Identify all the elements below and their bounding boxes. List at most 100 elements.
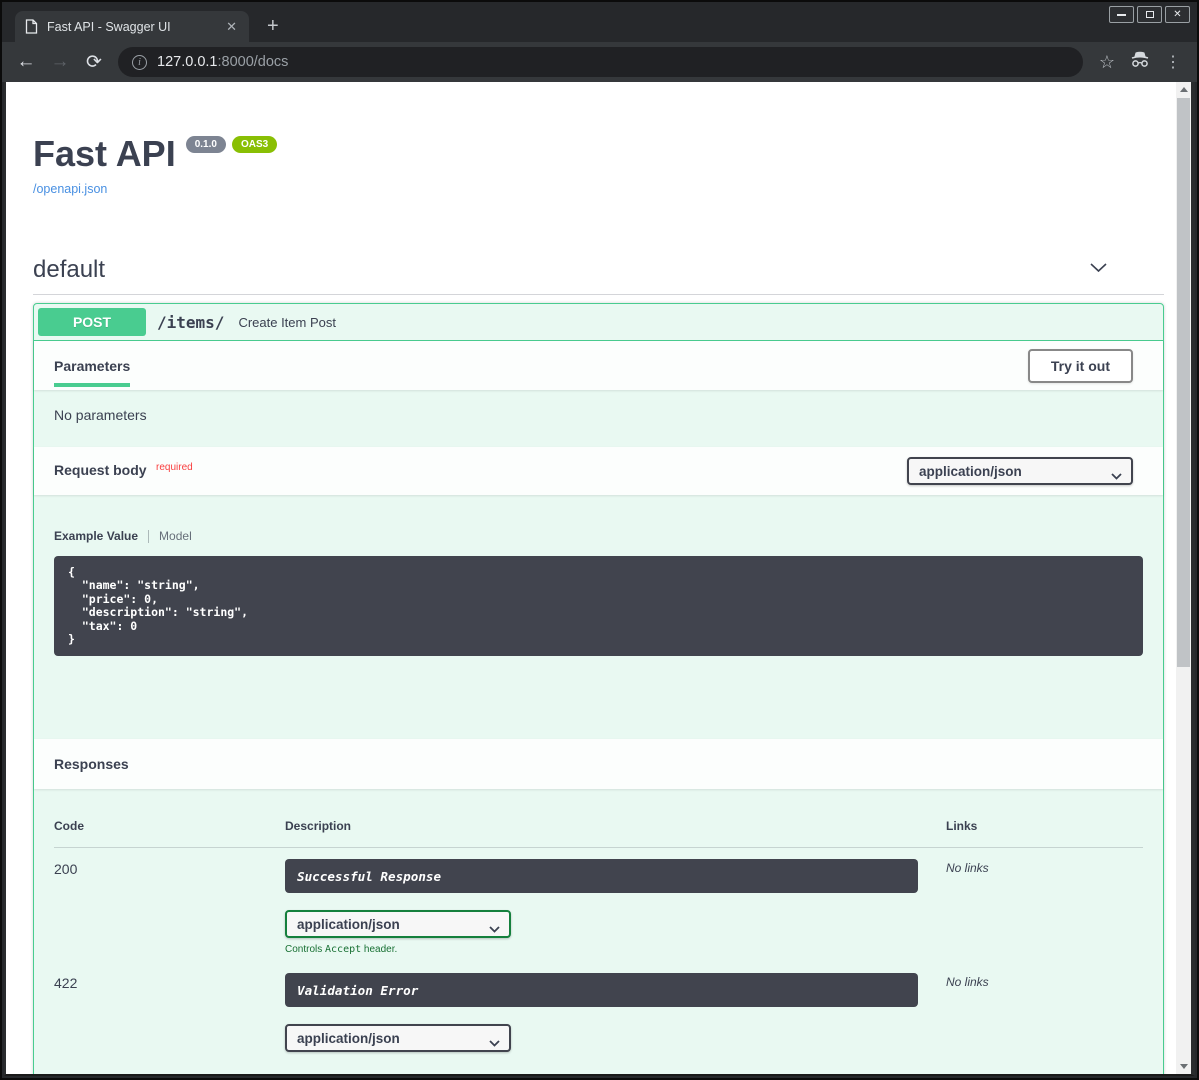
url-text[interactable]: 127.0.0.1:8000/docs xyxy=(157,54,288,70)
example-model-tabs: Example Value Model xyxy=(54,529,1143,543)
responses-title: Responses xyxy=(54,756,129,772)
column-description: Description xyxy=(285,819,918,833)
response-row-200: 200 Successful Response application/json xyxy=(54,848,1143,955)
method-badge: POST xyxy=(38,308,146,336)
browser-tab[interactable]: Fast API - Swagger UI ✕ xyxy=(15,11,249,42)
incognito-icon xyxy=(1129,51,1151,74)
back-button[interactable]: ← xyxy=(12,48,40,76)
example-model-tabs: Example Value Model xyxy=(285,1073,918,1076)
chevron-down-icon[interactable] xyxy=(1088,257,1109,283)
request-body-content: Example Value Model { "name": "string", … xyxy=(34,495,1163,739)
tag-section-header[interactable]: default xyxy=(33,256,1164,295)
endpoint-summary: Create Item Post xyxy=(238,315,336,330)
new-tab-button[interactable]: + xyxy=(267,16,279,36)
opblock-post-items: POST /items/ Create Item Post Parameters… xyxy=(33,303,1164,1076)
accept-note-suffix: header. xyxy=(361,944,397,955)
try-it-out-button[interactable]: Try it out xyxy=(1028,349,1133,383)
tab-divider xyxy=(148,530,149,543)
minimize-button[interactable] xyxy=(1109,6,1134,23)
bookmark-star-icon[interactable]: ☆ xyxy=(1099,52,1115,73)
scroll-up-icon xyxy=(1180,87,1188,92)
document-icon xyxy=(25,19,38,34)
response-media-type-select[interactable]: application/json xyxy=(285,1024,511,1052)
tab-model[interactable]: Model xyxy=(390,1073,423,1076)
page-viewport: Fast API 0.1.0 OAS3 /openapi.json defaul… xyxy=(4,82,1195,1076)
response-description-cell: Validation Error application/json xyxy=(285,973,918,1076)
address-bar[interactable]: i 127.0.0.1:8000/docs xyxy=(118,47,1083,77)
oas3-badge: OAS3 xyxy=(232,136,277,153)
page-scrollbar[interactable] xyxy=(1176,82,1191,1074)
request-body-header: Request body required application/json xyxy=(34,447,1163,495)
window-controls: ✕ xyxy=(1109,6,1190,23)
responses-header: Responses xyxy=(34,739,1163,789)
accept-note-code: Accept xyxy=(325,944,361,955)
response-media-type-value: application/json xyxy=(297,917,400,932)
chevron-down-icon xyxy=(1111,468,1122,483)
tab-example-value[interactable]: Example Value xyxy=(54,529,138,543)
browser-window: Fast API - Swagger UI ✕ + ✕ ← → ⟳ i 127.… xyxy=(0,0,1199,1080)
tab-parameters[interactable]: Parameters xyxy=(54,358,130,374)
site-info-icon[interactable]: i xyxy=(132,55,147,70)
browser-menu-icon[interactable]: ⋮ xyxy=(1165,52,1181,72)
example-code-block[interactable]: { "name": "string", "price": 0, "descrip… xyxy=(54,556,1143,656)
request-body-label-row: Request body required xyxy=(54,462,193,480)
badges: 0.1.0 OAS3 xyxy=(186,136,277,153)
maximize-button[interactable] xyxy=(1137,6,1162,23)
response-links: No links xyxy=(918,973,1143,1076)
response-row-422: 422 Validation Error application/json xyxy=(54,962,1143,1076)
column-code: Code xyxy=(54,819,285,833)
parameters-body: No parameters xyxy=(34,390,1163,447)
close-button[interactable]: ✕ xyxy=(1165,6,1190,23)
endpoint-path: /items/ xyxy=(157,313,224,332)
browser-toolbar: ← → ⟳ i 127.0.0.1:8000/docs ☆ ⋮ xyxy=(2,42,1197,82)
responses-table: Code Description Links 200 Successful Re… xyxy=(34,789,1163,1076)
response-media-type-row: application/json xyxy=(285,1024,918,1052)
reload-button[interactable]: ⟳ xyxy=(80,48,108,76)
response-code: 200 xyxy=(54,859,285,955)
parameters-header: Parameters Try it out xyxy=(34,341,1163,390)
titlebar: Fast API - Swagger UI ✕ + ✕ xyxy=(2,2,1197,42)
toolbar-actions: ☆ ⋮ xyxy=(1093,51,1187,74)
chevron-down-icon xyxy=(489,921,500,936)
column-links: Links xyxy=(918,819,1143,833)
response-code: 422 xyxy=(54,973,285,1076)
version-badge: 0.1.0 xyxy=(186,136,226,153)
responses-table-head: Code Description Links xyxy=(54,819,1143,848)
spec-link-row: /openapi.json xyxy=(33,180,1164,198)
tab-title: Fast API - Swagger UI xyxy=(47,20,215,34)
response-description-cell: Successful Response application/json Con… xyxy=(285,859,918,955)
section-title: default xyxy=(33,256,105,284)
forward-button: → xyxy=(46,48,74,76)
response-media-type-select[interactable]: application/json xyxy=(285,910,511,938)
tab-model[interactable]: Model xyxy=(159,529,192,543)
response-links: No links xyxy=(918,859,1143,955)
response-media-type-row: application/json Controls Accept header. xyxy=(285,910,918,955)
response-description: Validation Error xyxy=(285,973,918,1007)
request-body-label: Request body xyxy=(54,462,147,478)
openapi-link[interactable]: /openapi.json xyxy=(33,182,107,196)
tab-example-value[interactable]: Example Value xyxy=(285,1073,369,1076)
no-parameters-text: No parameters xyxy=(54,407,147,423)
swagger-page: Fast API 0.1.0 OAS3 /openapi.json defaul… xyxy=(6,134,1176,1076)
request-media-type-value: application/json xyxy=(919,464,1022,479)
minimize-icon xyxy=(1117,14,1126,16)
url-path: :8000/docs xyxy=(217,54,288,70)
chevron-down-icon xyxy=(489,1035,500,1050)
accept-header-note: Controls Accept header. xyxy=(285,944,918,955)
scroll-down-icon xyxy=(1180,1064,1188,1069)
request-media-type-select[interactable]: application/json xyxy=(907,457,1133,485)
api-title: Fast API xyxy=(33,134,176,174)
tab-close-icon[interactable]: ✕ xyxy=(224,19,239,35)
scroll-up-button[interactable] xyxy=(1176,82,1191,97)
response-description: Successful Response xyxy=(285,859,918,893)
tab-divider xyxy=(379,1074,380,1076)
operation-summary[interactable]: POST /items/ Create Item Post xyxy=(34,304,1163,341)
maximize-icon xyxy=(1146,11,1154,18)
api-info: Fast API 0.1.0 OAS3 /openapi.json xyxy=(33,134,1164,198)
required-label: required xyxy=(156,462,193,473)
scrollbar-thumb[interactable] xyxy=(1177,98,1190,667)
url-host: 127.0.0.1 xyxy=(157,54,217,70)
accept-note-prefix: Controls xyxy=(285,944,325,955)
scroll-down-button[interactable] xyxy=(1176,1059,1191,1074)
page-title-row: Fast API 0.1.0 OAS3 xyxy=(33,134,1164,174)
